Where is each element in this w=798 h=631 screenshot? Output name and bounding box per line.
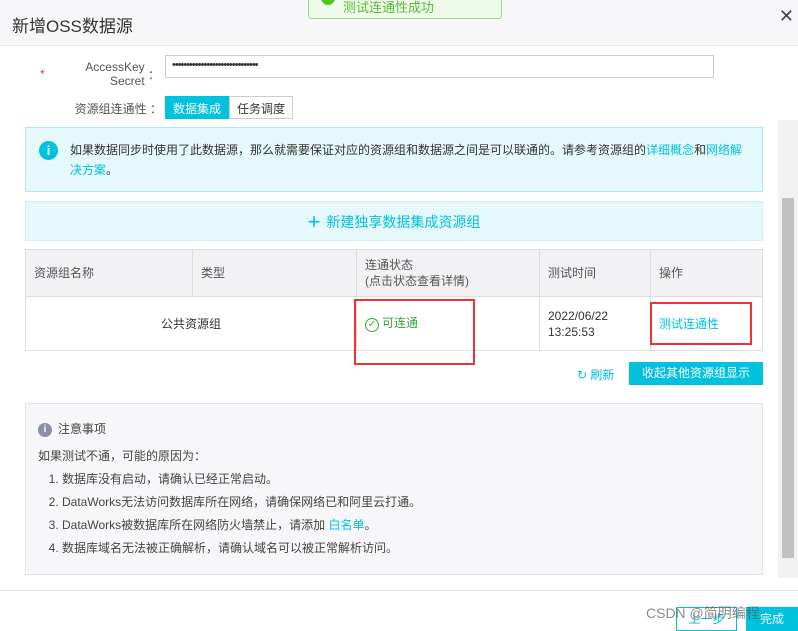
conn-label: 资源组连通性 ： [74, 102, 162, 116]
add-group-label: 新建独享数据集成资源组 [326, 214, 481, 230]
period: 。 [364, 518, 377, 532]
notes-intro: 如果测试不通，可能的原因为： [38, 449, 207, 463]
notes-panel: i 注意事项 如果测试不通，可能的原因为： 数据库没有启动，请确认已经正常启动。 … [25, 403, 763, 575]
list-item-text: DataWorks被数据库所在网络防火墙禁止，请添加 [62, 518, 329, 532]
scrollbar-thumb[interactable] [782, 198, 794, 558]
toast-text: 测试连通性成功 [343, 0, 435, 15]
info-alert: i 如果数据同步时使用了此数据源，那么就需要保证对应的资源组和数据源之间是可以联… [25, 127, 763, 192]
col-status: 连通状态 (点击状态查看详情) [356, 249, 540, 297]
col-type: 类型 [192, 249, 357, 297]
success-icon [321, 0, 335, 5]
notes-list: 数据库没有启动，请确认已经正常启动。 DataWorks无法访问数据库所在网络，… [38, 468, 750, 560]
secret-label-text: AccessKey Secret [85, 60, 145, 88]
info-icon: i [39, 141, 58, 160]
notes-title: 注意事项 [58, 422, 107, 436]
concept-link[interactable]: 详细概念 [646, 143, 694, 157]
col-action: 操作 [650, 249, 763, 297]
list-item: DataWorks无法访问数据库所在网络，请确保网络已和阿里云打通。 [62, 491, 750, 514]
tab-task-scheduling[interactable]: 任务调度 [229, 96, 294, 119]
col-name: 资源组名称 [25, 249, 193, 297]
info-text: 如果数据同步时使用了此数据源，那么就需要保证对应的资源组和数据源之间是可以联通的… [70, 143, 647, 157]
list-item: DataWorks被数据库所在网络防火墙禁止，请添加 白名单。 [62, 514, 750, 537]
info-and: 和 [694, 143, 707, 157]
group-name: 公共资源组 [25, 296, 357, 351]
status-hint: (点击状态查看详情) [365, 274, 469, 288]
success-toast: 测试连通性成功 [308, 0, 502, 19]
time-cell: 2022/06/22 13:25:53 [539, 296, 651, 351]
watermark: CSDN @简明编程 [646, 605, 760, 621]
col-time: 测试时间 [539, 249, 651, 297]
conn-label-text: 资源组连通性 [74, 102, 147, 116]
highlight-box [650, 302, 752, 345]
dialog-title: 新增OSS数据源 [12, 17, 133, 36]
refresh-icon: ↻ [577, 368, 588, 382]
whitelist-link[interactable]: 白名单 [328, 518, 364, 532]
info-end: 。 [106, 163, 119, 177]
test-time: 13:25:53 [548, 324, 595, 339]
collapse-groups-button[interactable]: 收起其他资源组显示 [629, 362, 763, 385]
accesskey-secret-input[interactable]: •••••••••••••••••••••••••••••• [165, 55, 714, 78]
conn-tabs: 数据集成 任务调度 [165, 96, 294, 119]
scrollbar[interactable] [778, 120, 798, 578]
highlight-box [354, 299, 475, 365]
tab-data-integration[interactable]: 数据集成 [165, 96, 230, 119]
close-icon[interactable]: ✕ [779, 6, 794, 27]
list-item: 数据库没有启动，请确认已经正常启动。 [62, 468, 750, 491]
test-date: 2022/06/22 [548, 308, 609, 323]
info-icon: i [38, 422, 52, 437]
col-status-label: 连通状态 [365, 258, 414, 272]
secret-label: * AccessKey Secret ： [40, 60, 160, 88]
refresh-label: 刷新 [590, 368, 615, 382]
add-resource-group-button[interactable]: + 新建独享数据集成资源组 [25, 201, 763, 241]
refresh-button[interactable]: ↻ 刷新 [577, 366, 614, 383]
table-header: 资源组名称 类型 连通状态 (点击状态查看详情) 测试时间 操作 [25, 249, 763, 297]
plus-icon: + [307, 209, 321, 234]
list-item: 数据库域名无法被正确解析，请确认域名可以被正常解析访问。 [62, 537, 750, 560]
